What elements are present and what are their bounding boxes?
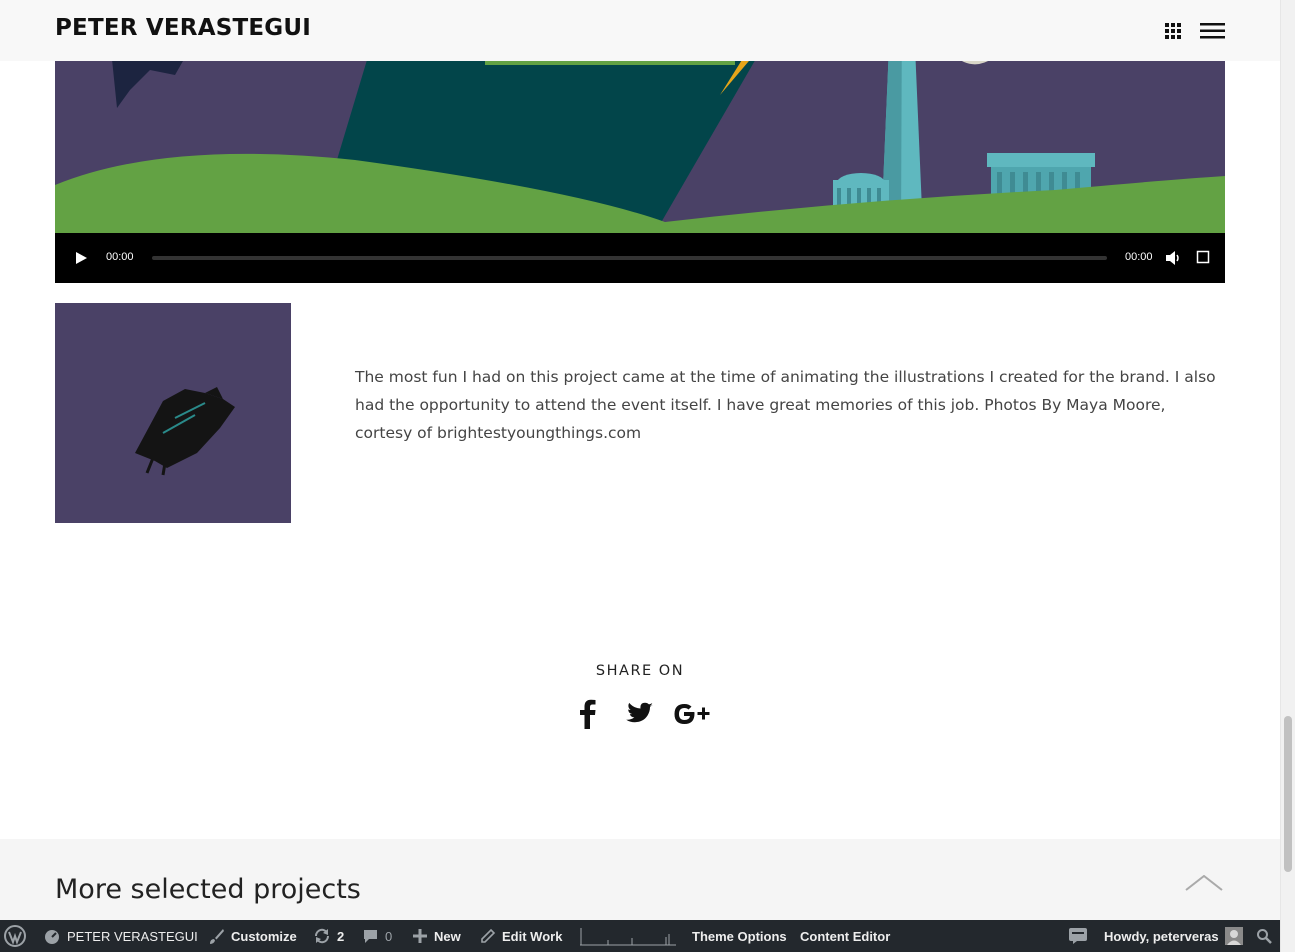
new-label: New bbox=[434, 928, 461, 944]
hamburger-menu-icon[interactable] bbox=[1200, 22, 1225, 40]
site-name-label: PETER VERASTEGUI bbox=[67, 928, 198, 944]
content-editor-label: Content Editor bbox=[800, 928, 891, 944]
video-player-controls: 00:00 00:00 bbox=[55, 233, 1225, 283]
customize-label: Customize bbox=[231, 928, 297, 944]
search-icon bbox=[1257, 929, 1272, 944]
project-thumbnail[interactable] bbox=[55, 303, 291, 523]
howdy-label: Howdy, peterveras bbox=[1104, 928, 1219, 944]
theme-options-link[interactable]: Theme Options bbox=[692, 920, 787, 952]
facebook-icon[interactable] bbox=[578, 699, 598, 729]
project-description: The most fun I had on this project came … bbox=[355, 368, 1216, 442]
more-projects-title: More selected projects bbox=[55, 874, 361, 905]
updates-count: 2 bbox=[337, 928, 345, 944]
comments-count: 0 bbox=[385, 928, 393, 944]
site-logo[interactable]: PETER VERASTEGUI bbox=[55, 15, 311, 41]
dashboard-icon bbox=[45, 930, 59, 944]
progress-bar[interactable] bbox=[152, 256, 1107, 260]
grid-icon[interactable] bbox=[1165, 23, 1181, 39]
theme-options-label: Theme Options bbox=[692, 928, 787, 944]
content-editor-link[interactable]: Content Editor bbox=[800, 920, 890, 952]
notifications-button[interactable] bbox=[1068, 920, 1088, 952]
share-title: SHARE ON bbox=[595, 663, 685, 679]
stats-sparkline[interactable] bbox=[580, 928, 676, 946]
bat-illustration bbox=[135, 387, 235, 476]
pencil-icon bbox=[481, 928, 496, 943]
edit-work-link[interactable]: Edit Work bbox=[480, 920, 562, 952]
play-icon[interactable] bbox=[73, 249, 89, 267]
chevron-up-icon[interactable] bbox=[1185, 875, 1223, 891]
site-name-menu[interactable]: PETER VERASTEGUI bbox=[43, 920, 198, 952]
comments-link[interactable]: 0 bbox=[362, 920, 392, 952]
page-scrollbar[interactable] bbox=[1280, 0, 1295, 952]
comment-bubble-icon bbox=[364, 929, 377, 943]
speech-bubble-icon bbox=[1069, 928, 1087, 944]
site-header: PETER VERASTEGUI bbox=[0, 0, 1280, 61]
more-projects-section: More selected projects bbox=[0, 839, 1280, 920]
wordpress-logo-icon bbox=[4, 925, 26, 947]
plus-icon bbox=[413, 929, 427, 943]
edit-work-label: Edit Work bbox=[502, 928, 563, 944]
admin-search-button[interactable] bbox=[1256, 920, 1272, 952]
volume-icon[interactable] bbox=[1165, 249, 1181, 267]
updates-link[interactable]: 2 bbox=[313, 920, 344, 952]
avatar bbox=[1224, 927, 1243, 945]
scrollbar-thumb[interactable] bbox=[1284, 716, 1292, 872]
fullscreen-icon[interactable] bbox=[1196, 250, 1210, 264]
new-content-menu[interactable]: New bbox=[412, 920, 461, 952]
my-account-menu[interactable]: Howdy, peterveras bbox=[1104, 920, 1243, 952]
twitter-icon[interactable] bbox=[626, 702, 654, 726]
paintbrush-icon bbox=[210, 928, 224, 944]
current-time: 00:00 bbox=[106, 251, 134, 263]
google-plus-icon[interactable] bbox=[672, 700, 712, 728]
updates-icon bbox=[314, 928, 330, 944]
customize-link[interactable]: Customize bbox=[208, 920, 297, 952]
wordpress-menu[interactable] bbox=[4, 920, 26, 952]
wp-admin-bar: PETER VERASTEGUI Customize 2 0 New Edit … bbox=[0, 920, 1280, 952]
duration: 00:00 bbox=[1125, 251, 1153, 263]
